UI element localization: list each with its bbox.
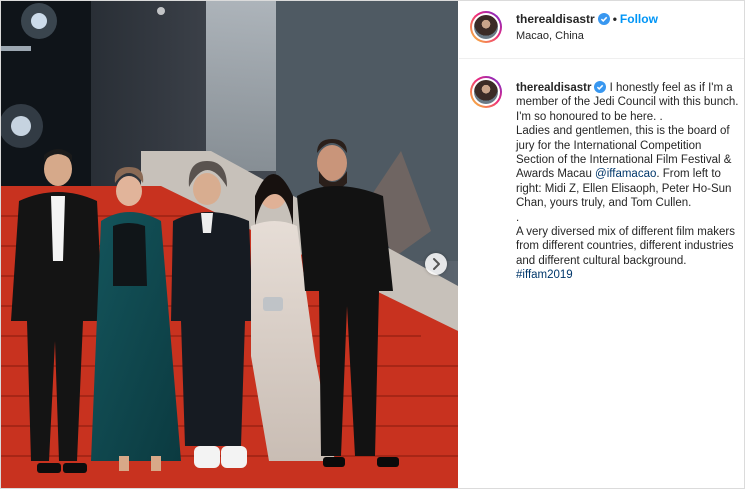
post-photo[interactable] <box>1 1 458 488</box>
caption-paragraph-4: A very diversed mix of different film ma… <box>516 225 740 283</box>
caption-username[interactable]: therealdisastr <box>516 82 591 94</box>
post-side-panel: therealdisastr • Follow Macao, China there… <box>459 1 744 488</box>
hashtag-link[interactable]: #iffam2019 <box>516 269 573 281</box>
red-carpet-photo <box>1 1 458 488</box>
follow-button[interactable]: Follow <box>620 12 658 26</box>
separator-dot: • <box>612 12 617 26</box>
username-link[interactable]: therealdisastr <box>516 12 595 26</box>
carousel-next-button[interactable] <box>425 253 447 275</box>
avatar[interactable] <box>470 11 502 43</box>
verified-badge-icon <box>597 13 610 25</box>
caption-avatar[interactable] <box>470 76 502 108</box>
instagram-post: therealdisastr • Follow Macao, China there… <box>0 0 745 489</box>
chevron-right-icon <box>433 258 440 270</box>
caption-text: therealdisastr I honestly feel as if I'm… <box>516 81 740 283</box>
caption-paragraph-2: Ladies and gentlemen, this is the board … <box>516 124 740 210</box>
caption-paragraph-3: . <box>516 211 520 224</box>
location-link[interactable]: Macao, China <box>516 30 584 42</box>
mention-link[interactable]: @iffamacao <box>595 168 656 180</box>
post-author: therealdisastr • Follow <box>516 12 658 26</box>
post-header: therealdisastr • Follow Macao, China <box>459 1 744 59</box>
caption-line-4: A very diversed mix of different film ma… <box>516 226 735 267</box>
verified-badge-icon <box>594 81 607 93</box>
caption-paragraph-1: therealdisastr I honestly feel as if I'm… <box>516 81 740 124</box>
